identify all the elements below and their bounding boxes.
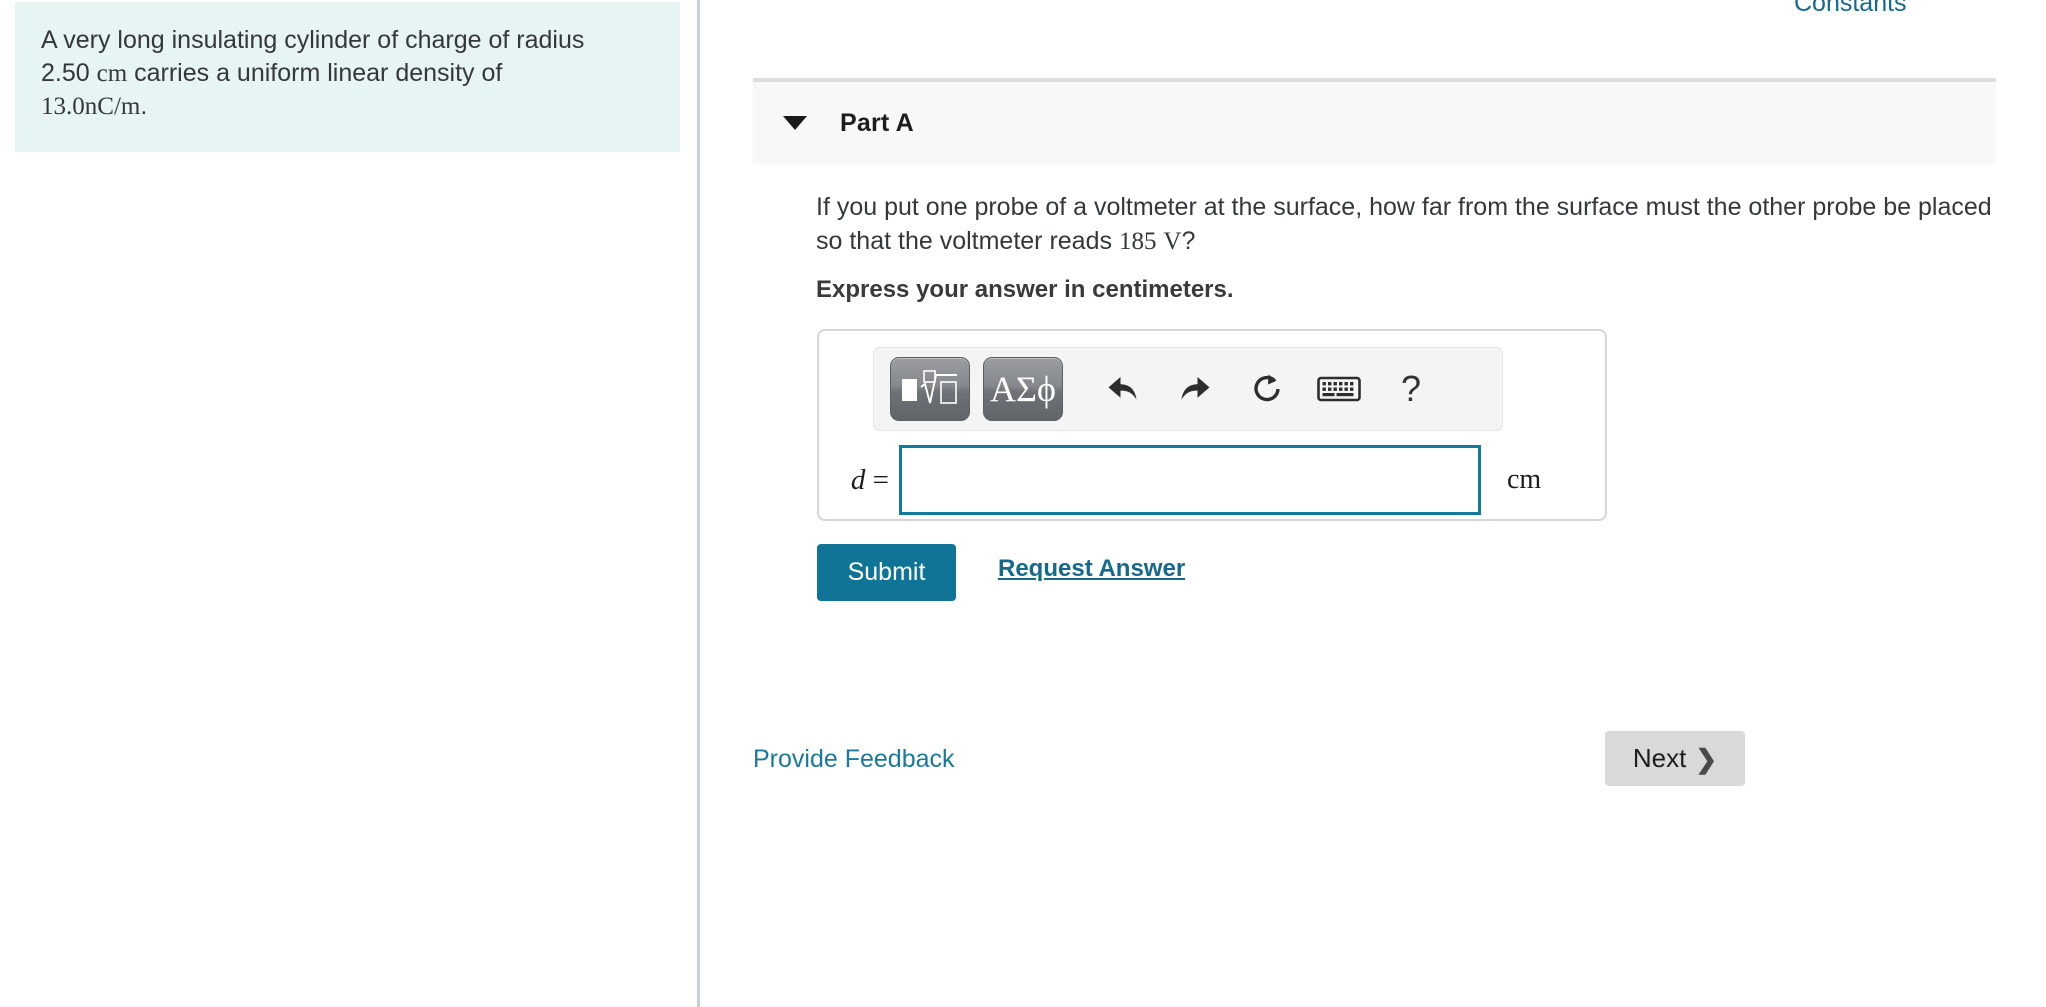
keyboard-icon <box>1317 376 1361 402</box>
constants-link[interactable]: Constants <box>1794 0 1907 18</box>
problem-statement-column: A very long insulating cylinder of charg… <box>0 0 698 1007</box>
request-answer-link[interactable]: Request Answer <box>998 555 1185 583</box>
unit-denominator: m <box>120 93 141 120</box>
answer-input[interactable] <box>899 445 1481 515</box>
next-button[interactable]: Next ❯ <box>1605 731 1745 786</box>
refresh-icon <box>1254 374 1280 402</box>
caret-down-icon[interactable] <box>783 116 807 130</box>
undo-icon <box>1108 377 1137 400</box>
question-column: Constants Part A If you put one probe of… <box>700 0 2046 1007</box>
undo-button[interactable] <box>1087 357 1159 421</box>
problem-line-3-value: 13.0 <box>41 93 85 120</box>
variable-d: d <box>850 463 866 496</box>
question-unit: V <box>1163 228 1182 255</box>
part-a-header[interactable]: Part A <box>753 78 1996 164</box>
greek-letters-label: ΑΣϕ <box>990 369 1056 409</box>
nth-root-icon <box>902 370 957 404</box>
answer-unit-label: cm <box>1507 464 1542 495</box>
keyboard-button[interactable] <box>1303 357 1375 421</box>
chevron-right-icon: ❯ <box>1695 743 1718 774</box>
problem-line-3-period: . <box>140 92 148 120</box>
problem-line-2-unit: cm <box>96 60 128 87</box>
question-text: If you put one probe of a voltmeter at t… <box>816 190 1996 259</box>
part-a-title: Part A <box>840 108 914 137</box>
provide-feedback-link[interactable]: Provide Feedback <box>753 745 955 774</box>
redo-button[interactable] <box>1159 357 1231 421</box>
answer-widget: ΑΣϕ ? d = cm <box>817 329 1607 521</box>
problem-line-2-value: 2.50 <box>41 59 90 87</box>
help-label: ? <box>1400 368 1422 409</box>
answer-format-note: Express your answer in centimeters. <box>816 276 1234 303</box>
problem-statement-text: A very long insulating cylinder of charg… <box>41 24 654 123</box>
answer-variable-label: d = <box>841 464 889 497</box>
math-template-button[interactable] <box>890 357 970 421</box>
problem-statement-box: A very long insulating cylinder of charg… <box>15 2 680 152</box>
next-label: Next <box>1632 743 1687 773</box>
answer-input-row: d = cm <box>819 441 1605 519</box>
question-line-1: If you put one probe of a voltmeter at t… <box>816 193 1912 221</box>
help-button[interactable]: ? <box>1375 357 1447 421</box>
equals-sign: = <box>872 463 889 496</box>
unit-numerator: nC <box>84 93 114 120</box>
problem-line-3-unit: nC/m <box>84 93 141 120</box>
redo-icon <box>1181 377 1210 400</box>
question-line-2-post: ? <box>1181 227 1196 255</box>
math-toolbar: ΑΣϕ ? <box>873 347 1503 431</box>
reset-button[interactable] <box>1231 357 1303 421</box>
problem-line-1: A very long insulating cylinder of charg… <box>41 26 585 54</box>
greek-letters-button[interactable]: ΑΣϕ <box>983 357 1063 421</box>
submit-button[interactable]: Submit <box>817 544 956 601</box>
question-value: 185 <box>1118 228 1157 255</box>
problem-line-2-text: carries a uniform linear density of <box>134 59 503 87</box>
